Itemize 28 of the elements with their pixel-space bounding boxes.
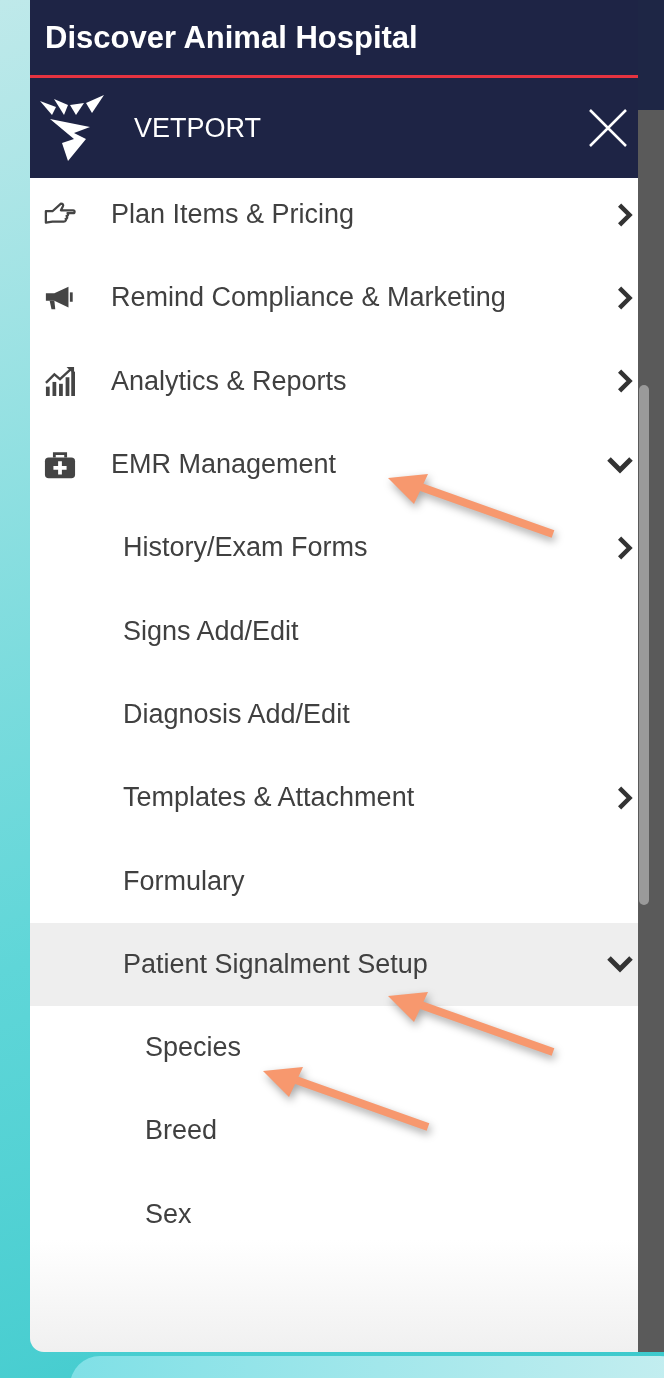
menu-item[interactable]: Plan Items & Pricing [30,173,638,257]
menu-item-label: Diagnosis Add/Edit [123,698,351,730]
menu-item[interactable]: History/Exam Forms [30,506,638,590]
menu-item-label: Templates & Attachment [123,782,416,814]
menu-item[interactable]: Signs Add/Edit [30,589,638,673]
menu-item-label: History/Exam Forms [123,532,369,564]
menu-item-label: Patient Signalment Setup [123,948,429,980]
brand-name: VETPORT [134,112,263,144]
menu-item[interactable]: Species [30,1005,638,1090]
menu-item[interactable]: Remind Compliance & Marketing [30,256,638,340]
menu-item-label: Signs Add/Edit [123,615,300,647]
menu-item[interactable]: Diagnosis Add/Edit [30,672,638,757]
menu-item[interactable]: Formulary [30,839,638,923]
menu-item[interactable]: Templates & Attachment [30,756,638,840]
menu-item-label: Analytics & Reports [111,365,348,397]
menu-item[interactable]: Breed [30,1089,638,1173]
menu-item[interactable]: Patient Signalment Setup [30,922,638,1006]
menu-item-label: Formulary [123,865,246,897]
menu-item-label: Sex [145,1198,193,1230]
menu-item-label: Remind Compliance & Marketing [111,282,507,314]
menu-item[interactable]: EMR Management [30,422,638,507]
menu-item[interactable]: Sex [30,1172,638,1256]
menu-item-label: Species [145,1032,243,1064]
menu-item-label: Plan Items & Pricing [111,199,356,231]
menu-item-label: EMR Management [111,449,338,481]
menu-item[interactable]: Analytics & Reports [30,339,638,423]
hospital-title: Discover Animal Hospital [45,19,418,56]
menu-item-label: Breed [145,1115,219,1147]
